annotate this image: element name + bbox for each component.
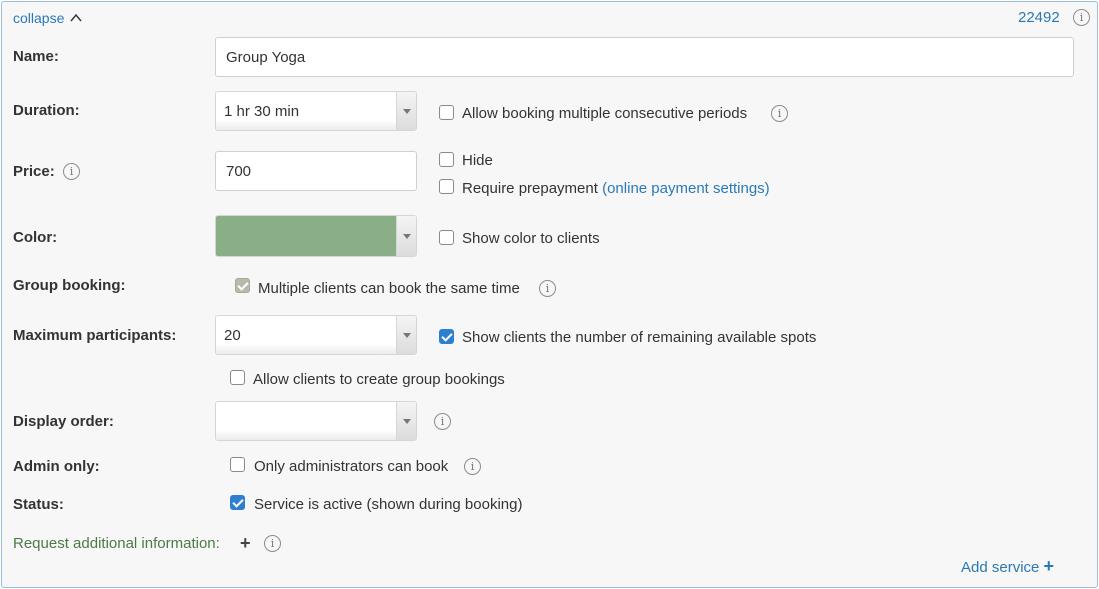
group-booking-checkbox[interactable]	[235, 278, 250, 293]
allow-create-group-label: Allow clients to create group bookings	[253, 371, 505, 388]
add-service-button[interactable]: Add service +	[961, 556, 1054, 577]
multi-period-checkbox[interactable]	[439, 105, 454, 120]
select-shade	[216, 120, 416, 130]
color-label: Color:	[13, 229, 58, 246]
duration-value: 1 hr 30 min	[224, 102, 300, 120]
admin-only-option-label: Only administrators can book	[254, 458, 449, 475]
display-order-label: Display order:	[13, 413, 114, 430]
prepayment-checkbox[interactable]	[439, 179, 454, 194]
allow-create-group-checkbox[interactable]	[230, 370, 245, 385]
service-id: 22492	[1018, 9, 1060, 26]
service-active-label: Service is active (shown during booking)	[254, 496, 523, 513]
show-color-label: Show color to clients	[462, 230, 600, 247]
group-booking-label: Group booking:	[13, 277, 126, 294]
price-input[interactable]: 700	[215, 151, 417, 191]
chevron-up-icon	[70, 13, 82, 22]
chevron-down-icon[interactable]	[396, 402, 416, 440]
chevron-down-icon[interactable]	[396, 216, 416, 256]
name-input[interactable]: Group Yoga	[215, 37, 1074, 77]
show-remaining-label: Show clients the number of remaining ava…	[462, 329, 817, 346]
service-editor-panel: collapse 22492 i Name: Group Yoga Durati…	[1, 1, 1098, 588]
name-label: Name:	[13, 48, 59, 65]
max-participants-value: 20	[224, 326, 241, 344]
info-icon[interactable]: i	[434, 413, 451, 430]
max-participants-label: Maximum participants:	[13, 327, 177, 344]
add-request-info-plus-icon[interactable]: +	[240, 534, 251, 552]
service-active-checkbox[interactable]	[230, 495, 245, 510]
info-icon[interactable]: i	[63, 163, 80, 180]
collapse-link[interactable]: collapse	[13, 10, 82, 26]
price-label: Price:	[13, 163, 55, 180]
duration-select[interactable]: 1 hr 30 min	[215, 91, 417, 131]
admin-only-label: Admin only:	[13, 458, 100, 475]
color-select[interactable]	[215, 215, 417, 257]
hide-price-checkbox[interactable]	[439, 152, 454, 167]
hide-price-label: Hide	[462, 152, 493, 169]
info-icon[interactable]: i	[771, 105, 788, 122]
show-color-checkbox[interactable]	[439, 230, 454, 245]
chevron-down-icon[interactable]	[396, 92, 416, 130]
prepayment-row: Require prepayment (online payment setti…	[462, 180, 770, 197]
select-shade	[216, 344, 416, 354]
show-remaining-checkbox[interactable]	[439, 329, 454, 344]
add-service-label: Add service	[961, 559, 1040, 576]
prepayment-label: Require prepayment	[462, 180, 598, 197]
duration-label: Duration:	[13, 102, 80, 119]
info-icon[interactable]: i	[1073, 9, 1090, 26]
request-info-label: Request additional information:	[13, 535, 220, 552]
info-icon[interactable]: i	[539, 280, 556, 297]
group-booking-option-label: Multiple clients can book the same time	[258, 280, 520, 297]
chevron-down-icon[interactable]	[396, 316, 416, 354]
max-participants-select[interactable]: 20	[215, 315, 417, 355]
info-icon[interactable]: i	[464, 458, 481, 475]
online-payment-settings-link[interactable]: (online payment settings)	[602, 180, 770, 197]
plus-icon: +	[1043, 556, 1055, 576]
color-swatch	[216, 216, 396, 256]
info-icon[interactable]: i	[264, 535, 281, 552]
status-label: Status:	[13, 496, 64, 513]
collapse-label: collapse	[13, 10, 65, 26]
multi-period-label: Allow booking multiple consecutive perio…	[462, 105, 748, 122]
admin-only-checkbox[interactable]	[230, 457, 245, 472]
select-shade	[216, 430, 416, 440]
display-order-select[interactable]	[215, 401, 417, 441]
